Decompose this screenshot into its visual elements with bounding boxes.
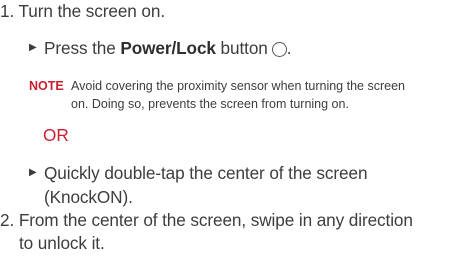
instructions-document: 1. Turn the screen on. ▶ Press the Power…: [0, 0, 471, 257]
bullet-double-tap-text-1: Quickly double-tap the center of the scr…: [44, 163, 368, 183]
note-label: NOTE: [29, 79, 64, 93]
bullet-arrow-icon: ▶: [29, 167, 37, 178]
step-1-text: Turn the screen on.: [18, 1, 166, 21]
step-2-number: 2.: [0, 210, 15, 230]
or-label: OR: [43, 125, 69, 145]
note-text-line-2: on. Doing so, prevents the screen from t…: [71, 97, 349, 111]
step-2-line-2: to unlock it.: [19, 233, 105, 253]
bullet-press-end: .: [286, 38, 292, 58]
bullet-double-tap-line-1: Quickly double-tap the center of the scr…: [44, 163, 368, 183]
bullet-press-power: Press the Power/Lock button.: [44, 38, 292, 58]
bullet-double-tap-line-2: (KnockON).: [44, 187, 133, 207]
power-button-circle-icon: [271, 42, 287, 57]
step-2-text-1: From the center of the screen, swipe in …: [18, 210, 413, 230]
bullet-press-prefix: Press the: [44, 38, 121, 58]
step-1-number: 1.: [0, 1, 15, 21]
step-2-line-1: 2. From the center of the screen, swipe …: [0, 210, 413, 230]
note-text-line-1: Avoid covering the proximity sensor when…: [71, 79, 405, 93]
bullet-double-tap-text-2: (KnockON).: [44, 187, 133, 207]
step-1: 1. Turn the screen on.: [0, 1, 165, 21]
bullet-arrow-icon: ▶: [29, 42, 37, 53]
step-2-text-2: to unlock it.: [19, 233, 105, 253]
bullet-press-suffix: button: [215, 38, 268, 58]
power-lock-label: Power/Lock: [120, 38, 216, 58]
